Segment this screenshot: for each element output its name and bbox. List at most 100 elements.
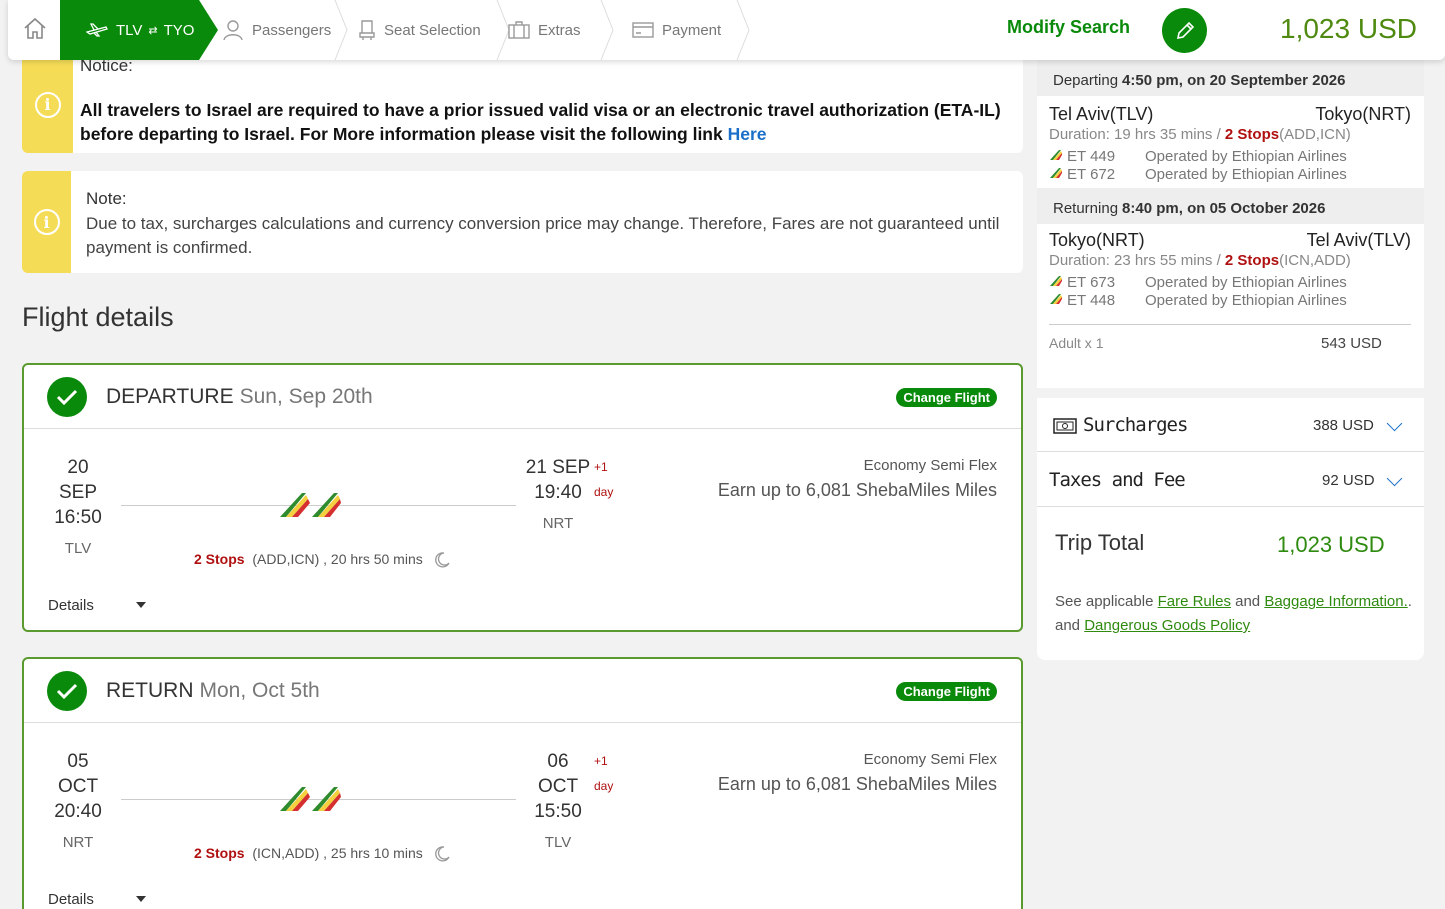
change-flight-button[interactable]: Change Flight xyxy=(896,682,997,701)
step-extras[interactable]: Extras xyxy=(508,0,614,60)
note-stripe: i xyxy=(22,171,71,273)
return-from: Tokyo(NRT) xyxy=(1049,230,1145,250)
operated-by: Operated by Ethiopian Airlines xyxy=(1145,274,1347,291)
step-seat-label: Seat Selection xyxy=(384,21,481,39)
duration-text: Duration: 19 hrs 35 mins / xyxy=(1049,126,1221,143)
ethiopian-logo-icon xyxy=(1050,168,1062,178)
overnight-icon xyxy=(434,846,450,862)
step-payment-label: Payment xyxy=(662,21,722,39)
arr-day: 06 xyxy=(547,751,569,772)
route-to: TYO xyxy=(163,21,195,39)
modify-search-link[interactable]: Modify Search xyxy=(1007,17,1130,38)
caret-down-icon[interactable] xyxy=(136,602,146,608)
chevron-down-icon[interactable] xyxy=(1386,470,1403,487)
header-total-price: 1,023 USD xyxy=(1280,13,1417,44)
details-toggle[interactable]: Details xyxy=(48,891,94,908)
returning-when: 8:40 pm, on 05 October 2026 xyxy=(1122,200,1326,217)
baggage-info-link[interactable]: Baggage Information. xyxy=(1264,593,1407,610)
flight-number: ET 673 xyxy=(1067,274,1116,291)
direction-title: DEPARTURE Sun, Sep 20th xyxy=(106,385,373,409)
arr-time: 15:50 xyxy=(534,801,582,822)
step-route[interactable]: TLV ⇄ TYO xyxy=(60,0,218,60)
returning-label: Returning xyxy=(1053,200,1119,217)
departing-label: Departing xyxy=(1053,72,1119,89)
flight-number: ET 449 xyxy=(1067,148,1116,165)
fare-note: i Note: Due to tax, surcharges calculati… xyxy=(22,171,1023,273)
step-seat-selection[interactable]: Seat Selection xyxy=(358,0,510,60)
note-title: Note: xyxy=(86,189,127,208)
stops-via: (ADD,ICN) xyxy=(1279,126,1351,143)
airline-logos xyxy=(278,489,342,524)
stops-detail: (ICN,ADD) , 25 hrs 10 mins xyxy=(252,845,423,861)
return-card-header: RETURN Mon, Oct 5th Change Flight xyxy=(24,659,1021,723)
operated-by: Operated by Ethiopian Airlines xyxy=(1145,148,1347,165)
taxes-row[interactable]: Taxes and Fee 92 USD xyxy=(1037,453,1424,507)
check-icon xyxy=(47,377,87,417)
fare-rules-text: See applicable Fare Rules and Baggage In… xyxy=(1055,590,1415,638)
step-passengers[interactable]: Passengers xyxy=(222,0,348,60)
money-icon xyxy=(1053,418,1077,434)
stops-summary: 2 Stops (ICN,ADD) , 25 hrs 10 mins xyxy=(194,845,451,863)
surcharges-label: Surcharges xyxy=(1083,414,1188,436)
outbound-route: Tel Aviv(TLV) Tokyo(NRT) xyxy=(1049,104,1411,125)
taxes-label: Taxes and Fee xyxy=(1049,469,1186,491)
fine-text: See applicable xyxy=(1055,593,1154,610)
direction-title: RETURN Mon, Oct 5th xyxy=(106,679,320,703)
arr-time: 19:40 xyxy=(534,482,582,503)
cabin-class: Economy Semi Flex xyxy=(863,457,997,474)
plus-days: +1 xyxy=(594,754,608,768)
details-toggle[interactable]: Details xyxy=(48,597,94,614)
dep-day: 20 xyxy=(67,457,89,478)
chevron-down-icon[interactable] xyxy=(1386,415,1403,432)
arr-month: OCT xyxy=(537,776,579,797)
trip-summary-panel: Departing 4:50 pm, on 20 September 2026 T… xyxy=(1037,60,1424,660)
plus-days-unit: day xyxy=(594,485,614,499)
flight-details-heading: Flight details xyxy=(22,302,174,332)
dep-day: 05 xyxy=(67,751,89,772)
outbound-from: Tel Aviv(TLV) xyxy=(1049,104,1154,124)
dangerous-goods-link[interactable]: Dangerous Goods Policy xyxy=(1084,617,1250,634)
ethiopian-logo-icon xyxy=(280,787,341,811)
notice-body: All travelers to Israel are required to … xyxy=(80,98,1020,146)
cabin-class: Economy Semi Flex xyxy=(863,751,997,768)
plane-icon xyxy=(86,23,108,37)
flight-row: ET 448 Operated by Ethiopian Airlines xyxy=(1049,292,1347,309)
departure-card: DEPARTURE Sun, Sep 20th Change Flight 20 … xyxy=(22,363,1023,632)
ethiopian-logo-icon xyxy=(280,493,341,517)
overnight-icon xyxy=(434,552,450,568)
caret-down-icon[interactable] xyxy=(136,896,146,902)
booking-progress-bar: TLV ⇄ TYO Passengers Seat Selection Extr… xyxy=(8,0,1445,60)
home-icon[interactable] xyxy=(20,14,54,44)
change-flight-button[interactable]: Change Flight xyxy=(896,388,997,407)
seat-icon xyxy=(359,20,375,40)
taxes-value: 92 USD xyxy=(1322,472,1375,489)
stops-detail: (ADD,ICN) , 20 hrs 50 mins xyxy=(252,551,423,567)
visa-info-link[interactable]: Here xyxy=(728,124,767,144)
direction-date: Mon, Oct 5th xyxy=(199,679,320,702)
divider xyxy=(1049,324,1411,325)
stops-count: 2 Stops xyxy=(1224,252,1280,269)
edit-search-button[interactable] xyxy=(1162,8,1207,53)
surcharges-row[interactable]: Surcharges 388 USD xyxy=(1037,398,1424,452)
departure-card-header: DEPARTURE Sun, Sep 20th Change Flight xyxy=(24,365,1021,429)
stops-summary: 2 Stops (ADD,ICN) , 20 hrs 50 mins xyxy=(194,551,451,569)
duration-text: Duration: 23 hrs 55 mins / xyxy=(1049,252,1221,269)
departure-info: 20 SEP 16:50 TLV xyxy=(50,455,106,561)
note-body: Due to tax, surcharges calculations and … xyxy=(86,214,1000,257)
flight-number: ET 672 xyxy=(1067,166,1116,183)
departing-when: 4:50 pm, on 20 September 2026 xyxy=(1122,72,1346,89)
plus-days: +1 xyxy=(594,460,608,474)
miles-earn: Earn up to 6,081 ShebaMiles Miles xyxy=(717,480,997,500)
flight-number: ET 448 xyxy=(1067,292,1116,309)
operated-by: Operated by Ethiopian Airlines xyxy=(1145,166,1347,183)
arr-airport: TLV xyxy=(544,834,572,851)
stops-count: 2 Stops xyxy=(194,551,245,567)
arrival-info: 21 SEP 19:40 NRT xyxy=(524,455,592,536)
step-payment[interactable]: Payment xyxy=(632,0,752,60)
operated-by: Operated by Ethiopian Airlines xyxy=(1145,292,1347,309)
arrival-info: 06 OCT 15:50 TLV xyxy=(524,749,592,855)
stops-via: (ICN,ADD) xyxy=(1279,252,1351,269)
fare-rules-link[interactable]: Fare Rules xyxy=(1158,593,1231,610)
outbound-to: Tokyo(NRT) xyxy=(1315,104,1411,124)
step-extras-label: Extras xyxy=(538,21,581,39)
